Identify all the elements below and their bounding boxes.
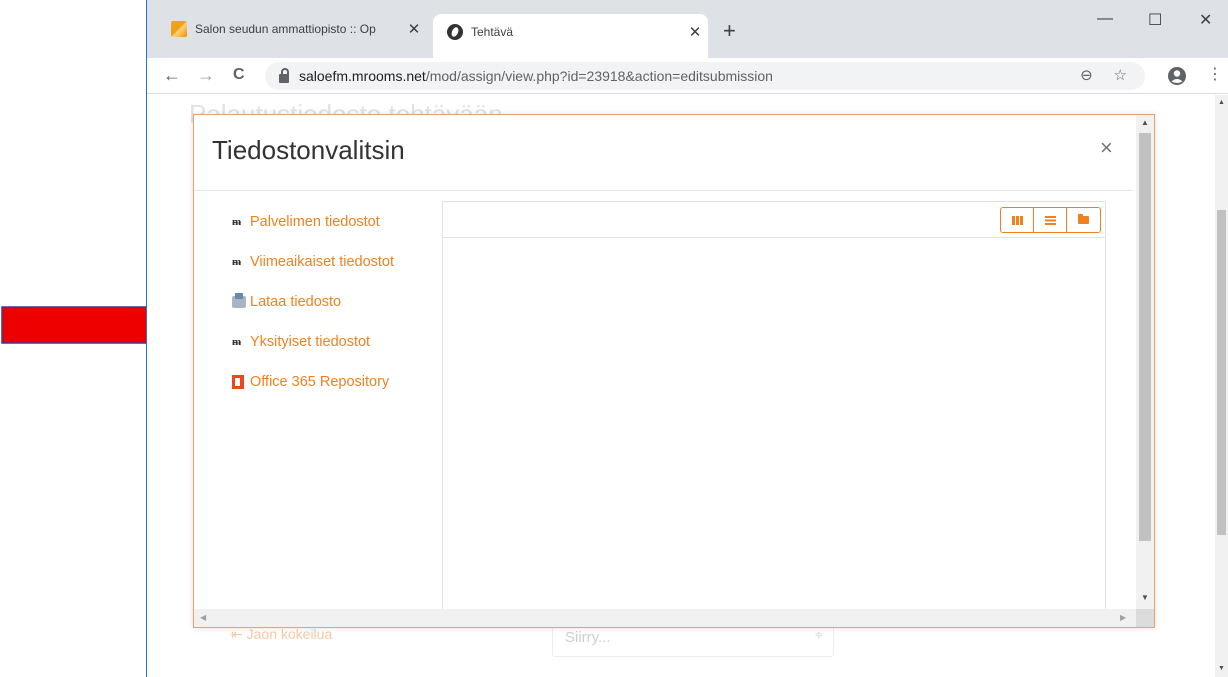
tehtava-favicon-icon [447, 24, 463, 40]
repo-office365[interactable]: Office 365 Repository [232, 371, 442, 393]
scroll-right-icon[interactable]: ▶ [1120, 613, 1126, 622]
repo-label: Yksityiset tiedostot [250, 334, 371, 350]
file-browser-toolbar [443, 202, 1105, 238]
dialog-vertical-scrollbar[interactable]: ▲ ▼ [1136, 115, 1154, 609]
repo-label: Office 365 Repository [250, 374, 390, 390]
scroll-up-icon[interactable]: ▲ [1218, 99, 1225, 106]
address-bar[interactable]: saloefm.mrooms.net/mod/assign/view.php?i… [265, 62, 1145, 90]
repo-recent-files[interactable]: ᵯ Viimeaikaiset tiedostot [232, 251, 442, 273]
view-toggle-group [1000, 207, 1101, 233]
dialog-close-button[interactable]: × [1100, 135, 1113, 161]
maximize-button[interactable]: ☐ [1148, 10, 1162, 30]
previous-activity-link[interactable]: ⇤ Jaon kokeilua [231, 626, 332, 643]
select-arrows-icon: ≑ [814, 630, 823, 641]
lock-icon [279, 67, 289, 83]
file-picker-dialog: Tiedostonvalitsin × ᵯ Palvelimen tiedost… [193, 114, 1155, 628]
tree-view-button[interactable] [1067, 208, 1100, 232]
salon-favicon-icon [171, 21, 187, 37]
page-scrollbar[interactable]: ▲ ▼ [1215, 95, 1228, 677]
reload-button[interactable]: C [233, 65, 245, 85]
icons-view-button[interactable] [1001, 208, 1034, 232]
scroll-down-icon[interactable]: ▼ [1141, 593, 1149, 602]
list-view-icon [1044, 215, 1056, 225]
omnibox-actions: ⊖ ☆ [1080, 66, 1127, 84]
browser-menu-icon[interactable]: ⋮ [1207, 65, 1223, 85]
zoom-icon[interactable]: ⊖ [1080, 67, 1093, 84]
profile-avatar-icon[interactable] [1167, 66, 1187, 86]
moodle-icon: ᵯ [232, 255, 242, 268]
tab-title: Tehtävä [471, 25, 514, 39]
scroll-left-icon[interactable]: ◀ [200, 613, 206, 622]
dialog-header: Tiedostonvalitsin × [194, 115, 1134, 191]
repo-label: Palvelimen tiedostot [250, 214, 380, 230]
folder-icon [1078, 214, 1089, 224]
jump-to-value: Siirry... [565, 629, 611, 646]
bookmark-star-icon[interactable]: ☆ [1114, 67, 1127, 84]
repo-private-files[interactable]: ᵯ Yksityiset tiedostot [232, 331, 442, 353]
office365-icon [232, 375, 244, 389]
tab-strip: Salon seudun ammattiopisto :: Op ✕ Tehtä… [147, 0, 1228, 58]
dialog-horizontal-scrollbar[interactable]: ◀ ▶ [194, 609, 1136, 627]
scroll-up-icon[interactable]: ▲ [1141, 118, 1149, 127]
back-button[interactable]: ← [163, 65, 181, 85]
repo-label: Viimeaikaiset tiedostot [250, 254, 395, 270]
scrollbar-corner [1136, 609, 1154, 627]
grid-view-icon [1011, 215, 1023, 225]
dialog-scroll-thumb[interactable] [1139, 133, 1151, 541]
moodle-icon: ᵯ [232, 215, 242, 228]
list-view-button[interactable] [1034, 208, 1067, 232]
tab-tehtava[interactable]: Tehtävä ✕ [433, 14, 708, 58]
url-path: /mod/assign/view.php?id=23918&action=edi… [425, 68, 773, 84]
browser-toolbar: ← → C saloefm.mrooms.net/mod/assign/view… [147, 58, 1228, 94]
tab-title: Salon seudun ammattiopisto :: Op [195, 22, 376, 36]
url-host: saloefm.mrooms.net [299, 68, 426, 84]
tab-close-icon[interactable]: ✕ [401, 20, 427, 38]
forward-button[interactable]: → [197, 65, 215, 85]
moodle-icon: ᵯ [232, 335, 242, 348]
repo-label: Lataa tiedosto [250, 294, 342, 310]
repo-server-files[interactable]: ᵯ Palvelimen tiedostot [232, 211, 442, 233]
file-browser-pane [442, 201, 1106, 611]
upload-icon [232, 293, 246, 308]
new-tab-button[interactable]: + [723, 20, 736, 42]
dialog-title: Tiedostonvalitsin [212, 135, 405, 165]
scroll-down-icon[interactable]: ▼ [1218, 665, 1225, 672]
page-scroll-thumb[interactable] [1217, 210, 1226, 535]
minimize-button[interactable]: — [1097, 10, 1113, 28]
tab-close-icon[interactable]: ✕ [682, 23, 708, 41]
window-close-button[interactable]: ✕ [1199, 10, 1212, 30]
tab-salon[interactable]: Salon seudun ammattiopisto :: Op ✕ [163, 12, 427, 46]
repository-list: ᵯ Palvelimen tiedostot ᵯ Viimeaikaiset t… [232, 211, 442, 411]
repo-upload-file[interactable]: Lataa tiedosto [232, 291, 442, 313]
